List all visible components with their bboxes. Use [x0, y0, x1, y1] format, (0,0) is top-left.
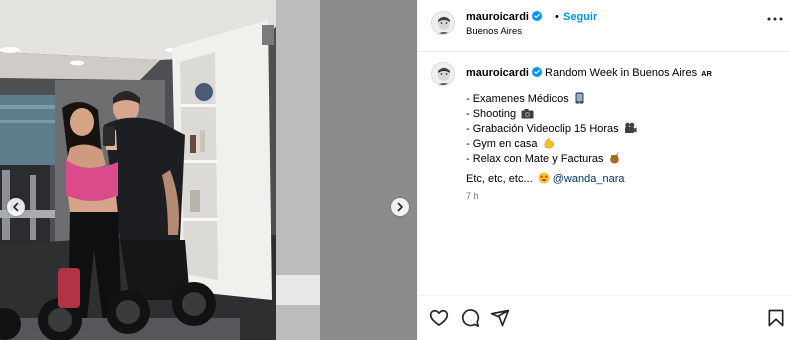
film-camera-icon [624, 122, 637, 133]
bookmark-icon [768, 309, 784, 327]
mention-link[interactable]: @wanda_nara [553, 173, 625, 185]
like-button[interactable] [429, 308, 449, 328]
mobile-phone-icon [575, 92, 584, 104]
caption-item-text: - Gym en casa [466, 138, 538, 150]
share-button[interactable] [490, 308, 510, 328]
star-struck-face-icon [538, 172, 550, 184]
share-icon [490, 309, 510, 327]
region-tag: AR [701, 69, 712, 78]
mate-icon [609, 152, 619, 164]
caption-item: - Shooting [466, 107, 781, 122]
chevron-left-icon [13, 202, 19, 212]
caption-item: - Relax con Mate y Facturas [466, 152, 781, 167]
post-side-panel: mauroicardi • Seguir Buenos Aires mauroi… [417, 0, 790, 340]
caption-title-line: mauroicardi Random Week in Buenos Aires … [466, 66, 781, 81]
save-button[interactable] [766, 308, 786, 328]
verified-badge-icon [531, 11, 542, 21]
next-image-button[interactable] [391, 198, 409, 216]
caption-item-text: - Relax con Mate y Facturas [466, 153, 604, 165]
caption-username[interactable]: mauroicardi [466, 67, 529, 79]
post-photo [0, 0, 417, 340]
camera-icon [521, 109, 534, 119]
caption-item-text: - Shooting [466, 108, 517, 120]
caption-list: - Examenes Médicos - Shooting - Grabació… [466, 92, 781, 167]
more-options-icon[interactable] [766, 14, 784, 24]
author-avatar[interactable] [431, 11, 455, 35]
caption-item: - Examenes Médicos [466, 92, 781, 107]
post-media[interactable] [0, 0, 417, 340]
chevron-right-icon [397, 202, 403, 212]
follow-button[interactable]: Seguir [563, 11, 597, 23]
instagram-post: mauroicardi • Seguir Buenos Aires mauroi… [0, 0, 790, 340]
author-username[interactable]: mauroicardi [466, 11, 542, 23]
post-location[interactable]: Buenos Aires [466, 26, 522, 37]
comment-button[interactable] [460, 308, 480, 328]
post-header: mauroicardi • Seguir Buenos Aires [418, 0, 790, 52]
flexed-biceps-icon [544, 138, 554, 149]
header-separator: • [555, 11, 559, 23]
caption-item: - Grabación Videoclip 15 Horas [466, 122, 781, 137]
comment-icon [462, 309, 480, 327]
author-username-text[interactable]: mauroicardi [466, 11, 529, 23]
previous-image-button[interactable] [7, 198, 25, 216]
avatar-image [432, 12, 454, 34]
caption-avatar[interactable] [431, 62, 455, 86]
caption-item-text: - Examenes Médicos [466, 93, 569, 105]
verified-badge-icon [531, 67, 542, 77]
avatar-image [432, 63, 454, 85]
caption-closing-line: Etc, etc, etc... @wanda_nara [466, 172, 624, 185]
post-caption: mauroicardi Random Week in Buenos Aires … [418, 53, 790, 293]
caption-item: - Gym en casa [466, 137, 781, 152]
caption-closing: Etc, etc, etc... [466, 173, 533, 185]
action-bar [418, 295, 790, 340]
caption-title: Random Week in Buenos Aires [545, 67, 698, 79]
caption-item-text: - Grabación Videoclip 15 Horas [466, 123, 619, 135]
heart-icon [429, 309, 449, 326]
post-timestamp[interactable]: 7 h [466, 191, 479, 201]
